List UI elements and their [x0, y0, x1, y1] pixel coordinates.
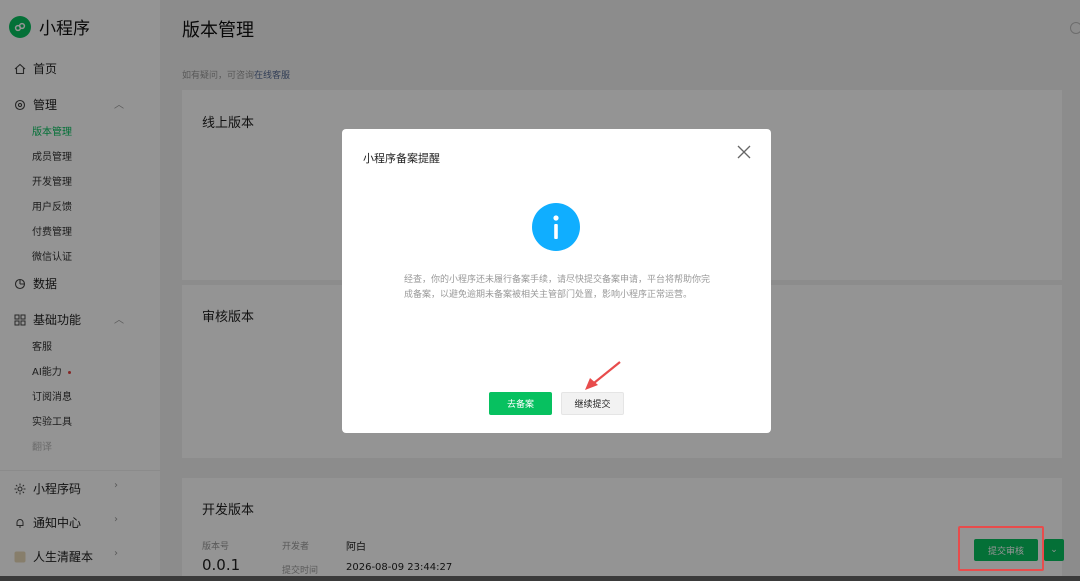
filing-reminder-dialog: 小程序备案提醒 经查，你的小程序还未履行备案手续，请尽快提交备案申请，平台将帮助… [342, 129, 771, 433]
annotation-arrow-icon [585, 361, 621, 390]
close-icon[interactable] [735, 143, 753, 161]
go-filing-button[interactable]: 去备案 [489, 392, 552, 415]
window-bottom-edge [0, 576, 1080, 581]
info-icon [532, 203, 580, 251]
continue-submit-button[interactable]: 继续提交 [561, 392, 624, 415]
annotation-highlight-box [958, 526, 1044, 571]
dialog-message: 经查，你的小程序还未履行备案手续，请尽快提交备案申请，平台将帮助你完成备案，以避… [404, 275, 711, 300]
dialog-title: 小程序备案提醒 [363, 152, 440, 165]
